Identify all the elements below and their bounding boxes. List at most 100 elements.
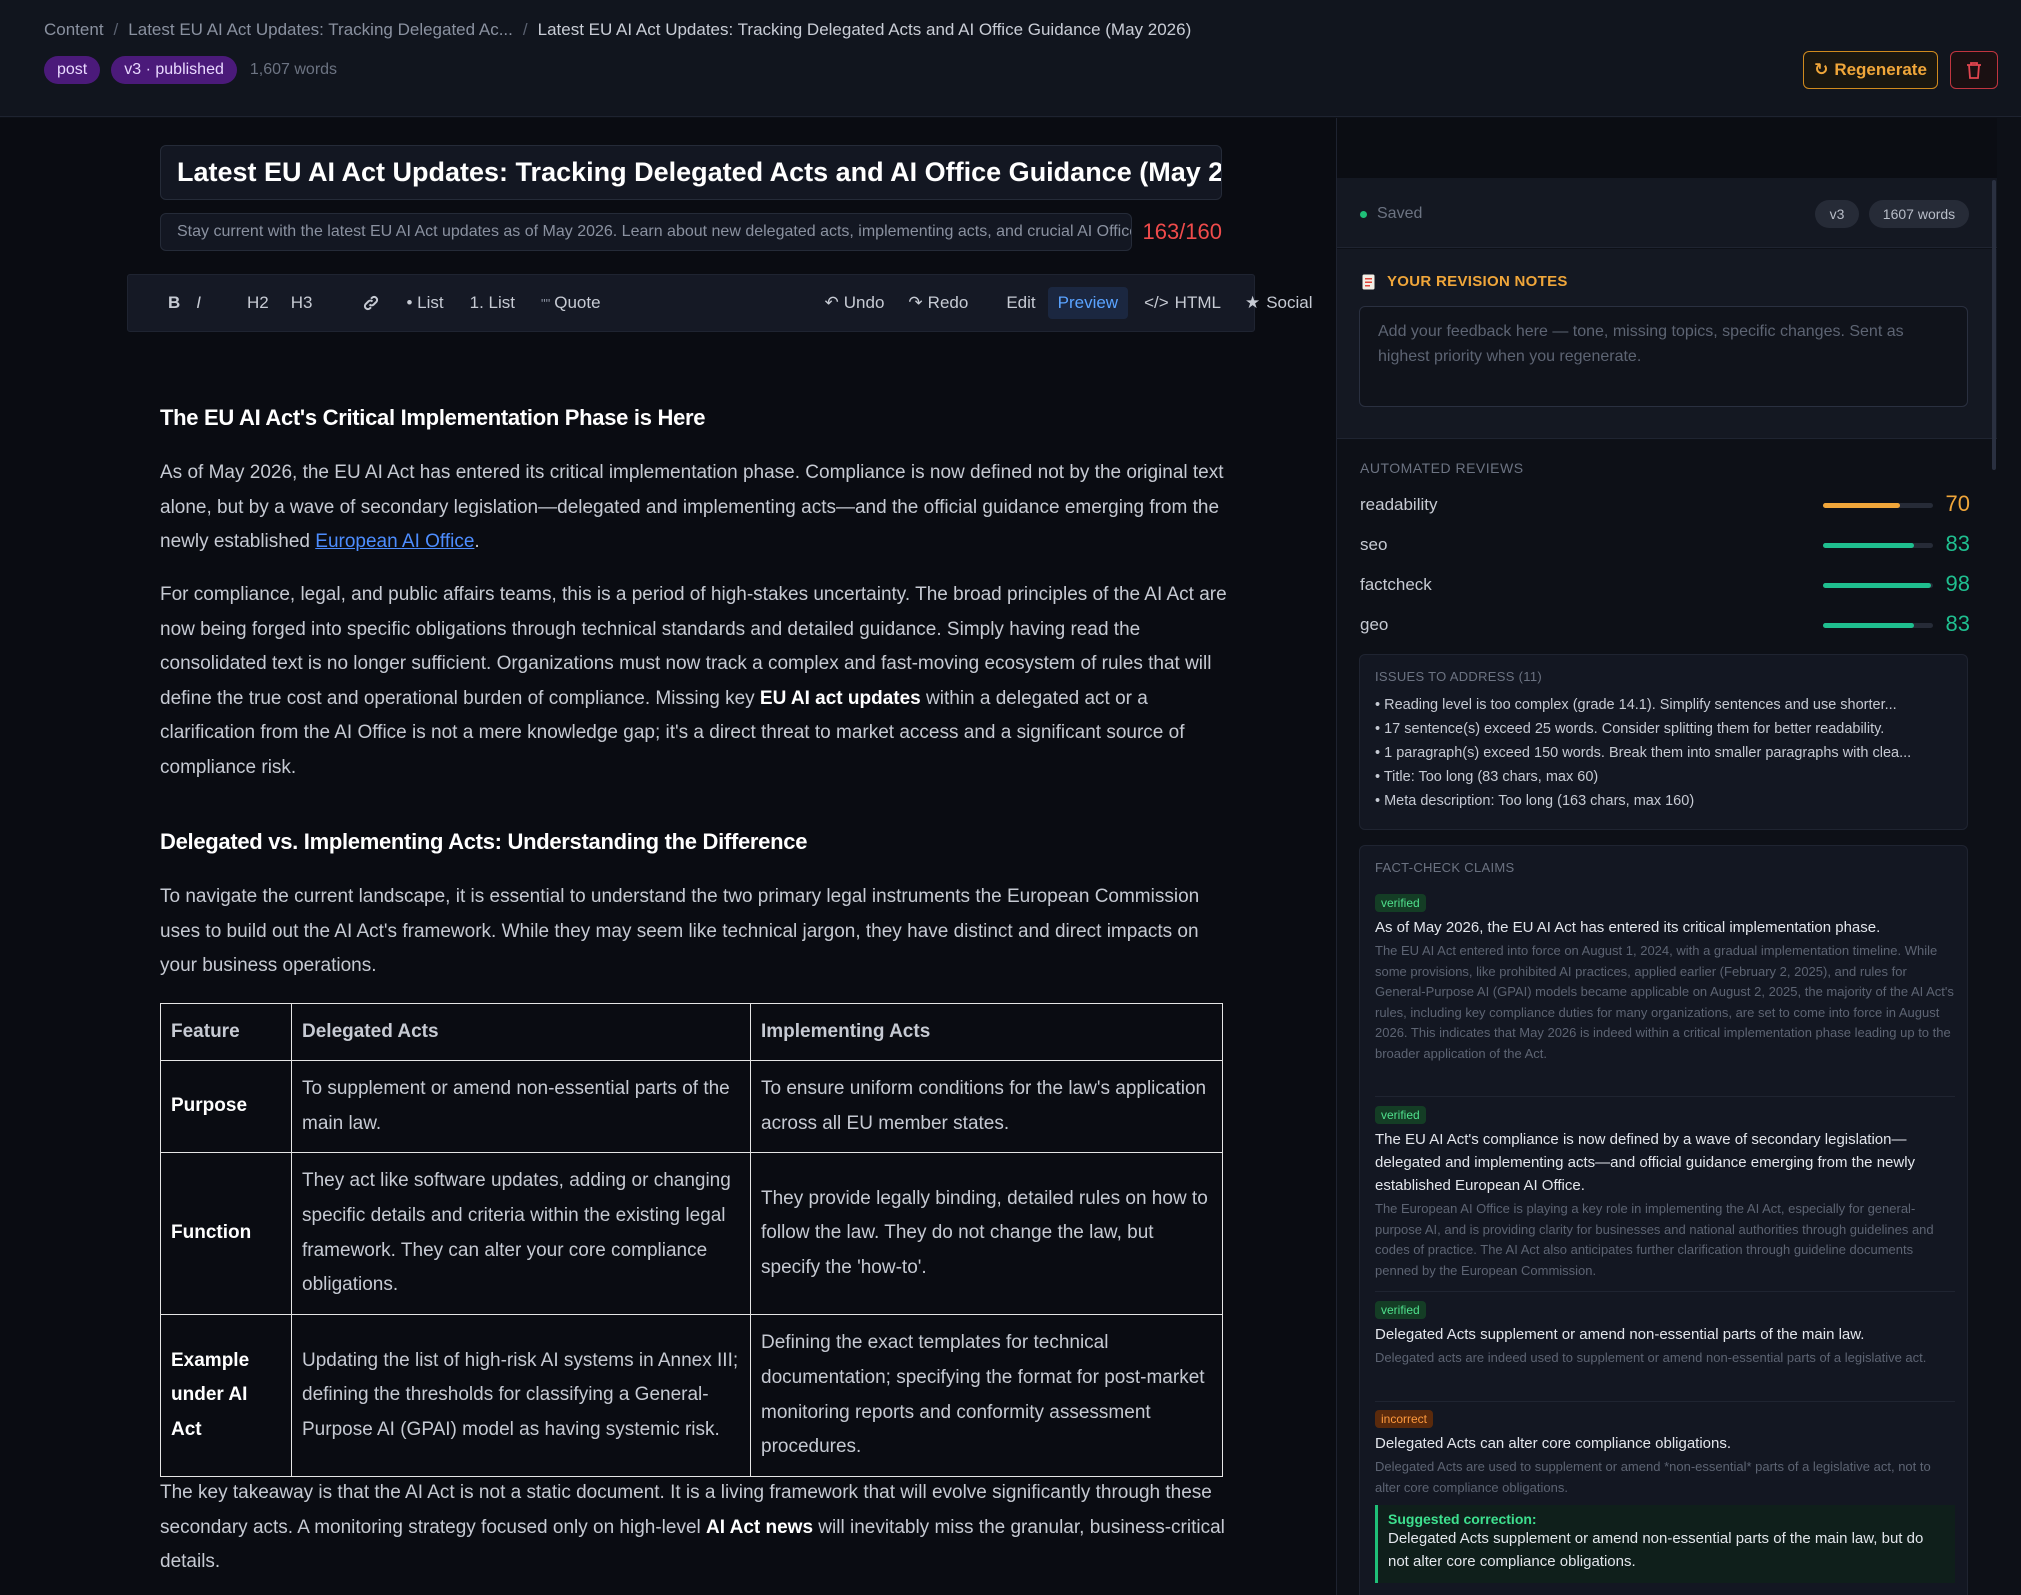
european-ai-office-link[interactable]: European AI Office	[315, 531, 474, 552]
automated-reviews-title: AUTOMATED REVIEWS	[1360, 460, 1524, 476]
quote-button[interactable]: "" Quote	[541, 293, 601, 313]
claim-text: Delegated Acts supplement or amend non-e…	[1375, 1326, 1865, 1343]
bold-button[interactable]: B	[168, 293, 180, 313]
h3-button[interactable]: H3	[291, 293, 313, 313]
score-bar-fill	[1823, 503, 1900, 508]
numbered-list-button[interactable]: 1. List	[470, 293, 515, 313]
star-icon: ★	[1244, 293, 1261, 312]
article-paragraph: As of May 2026, the EU AI Act has entere…	[160, 456, 1230, 560]
link-button[interactable]	[362, 294, 380, 312]
score-row-seo: seo 83	[1360, 531, 1970, 559]
fact-check-title: FACT-CHECK CLAIMS	[1375, 860, 1515, 875]
tab-social[interactable]: ★ Social	[1245, 293, 1313, 313]
tab-html[interactable]: </> HTML	[1144, 293, 1221, 313]
paragraph-text: .	[474, 531, 480, 553]
claim-divider	[1375, 1291, 1955, 1292]
article-paragraph: The key takeaway is that the AI Act is n…	[160, 1476, 1230, 1580]
table-cell: Defining the exact templates for technic…	[750, 1314, 1223, 1477]
claim-divider	[1375, 1401, 1955, 1402]
claim-divider	[1375, 1096, 1955, 1097]
issue-item: • 1 paragraph(s) exceed 150 words. Break…	[1375, 745, 1912, 761]
revision-notes-header: YOUR REVISION NOTES	[1362, 273, 1568, 290]
revision-notes-title: YOUR REVISION NOTES	[1387, 273, 1568, 290]
table-header-cell: Delegated Acts	[291, 1003, 751, 1061]
table-cell: Example under AI Act	[160, 1314, 292, 1477]
article-paragraph: For compliance, legal, and public affair…	[160, 578, 1230, 786]
verified-badge: verified	[1375, 1301, 1426, 1319]
issue-item: • 17 sentence(s) exceed 25 words. Consid…	[1375, 721, 1885, 737]
version-badge: v3 · published	[111, 56, 237, 84]
redo-icon: ↷	[908, 293, 923, 312]
refresh-icon: ↻	[1814, 60, 1829, 79]
score-bar-track	[1823, 543, 1933, 548]
social-label: Social	[1266, 293, 1313, 312]
page-header: Content / Latest EU AI Act Updates: Trac…	[0, 0, 2021, 117]
quote-icon: ""	[540, 295, 551, 311]
breadcrumb-current: Latest EU AI Act Updates: Tracking Deleg…	[537, 20, 1192, 39]
h2-button[interactable]: H2	[247, 293, 269, 313]
issues-panel: ISSUES TO ADDRESS (11) • Reading level i…	[1359, 654, 1968, 830]
revision-notes-textarea[interactable]: Add your feedback here — tone, missing t…	[1359, 306, 1968, 407]
incorrect-badge: incorrect	[1375, 1410, 1434, 1428]
score-bar-fill	[1823, 583, 1931, 588]
table-cell: To supplement or amend non-essential par…	[291, 1060, 751, 1153]
table-cell: They act like software updates, adding o…	[291, 1152, 751, 1315]
redo-button[interactable]: ↷ Redo	[908, 293, 968, 313]
link-icon	[364, 295, 379, 311]
score-value: 70	[1945, 491, 1970, 516]
article-paragraph: To navigate the current landscape, it is…	[160, 886, 1200, 977]
undo-button[interactable]: ↶ Undo	[825, 293, 885, 313]
score-name: seo	[1360, 535, 1388, 554]
regenerate-button[interactable]: ↻ Regenerate	[1803, 51, 1938, 89]
comparison-table: Feature Delegated Acts Implementing Acts…	[160, 1003, 1223, 1477]
breadcrumb-parent[interactable]: Latest EU AI Act Updates: Tracking Deleg…	[128, 20, 513, 40]
bullet-list-button[interactable]: • List	[406, 293, 443, 313]
table-header-cell: Implementing Acts	[750, 1003, 1223, 1061]
score-value: 83	[1945, 531, 1970, 556]
meta-char-count: 163/160	[1142, 219, 1222, 244]
score-bar-fill	[1823, 543, 1915, 548]
verified-badge: verified	[1375, 1106, 1426, 1124]
keyword-bold: EU AI act updates	[759, 687, 921, 709]
score-bar-track	[1823, 583, 1933, 588]
editor-toolbar: B I H2 H3 • List 1. List "" Quote ↶ Undo…	[127, 274, 1313, 332]
correction-text: Delegated Acts supplement or amend non-e…	[1388, 1530, 1924, 1570]
sidebar-scrollbar[interactable]	[1992, 180, 1996, 470]
saved-label: Saved	[1377, 205, 1423, 222]
score-row-geo: geo 83	[1360, 611, 1970, 639]
tab-preview[interactable]: Preview	[1047, 287, 1129, 319]
status-dot-icon	[1360, 210, 1367, 218]
regenerate-label: Regenerate	[1834, 60, 1927, 79]
table-row: Example under AI Act Updating the list o…	[160, 1314, 1223, 1477]
tab-edit[interactable]: Edit	[1006, 293, 1035, 313]
html-label: HTML	[1174, 293, 1221, 312]
table-header-cell: Feature	[160, 1003, 292, 1061]
undo-icon: ↶	[824, 293, 839, 312]
score-name: readability	[1360, 495, 1438, 514]
meta-description-input[interactable]: Stay current with the latest EU AI Act u…	[160, 213, 1133, 251]
table-cell: Function	[160, 1152, 292, 1315]
claim-explanation: Delegated Acts are used to supplement or…	[1375, 1459, 1931, 1495]
claim-text: Delegated Acts can alter core compliance…	[1375, 1435, 1732, 1452]
breadcrumb-root[interactable]: Content	[44, 20, 104, 40]
breadcrumb-separator: /	[522, 20, 528, 39]
breadcrumb-separator: /	[113, 20, 119, 39]
breadcrumb: Content / Latest EU AI Act Updates: Trac…	[44, 18, 1191, 42]
table-cell: They provide legally binding, detailed r…	[750, 1152, 1223, 1315]
article-heading-1: The EU AI Act's Critical Implementation …	[160, 405, 706, 430]
quote-label: Quote	[554, 293, 601, 312]
fact-check-panel: FACT-CHECK CLAIMS verified As of May 202…	[1359, 845, 1968, 1595]
claim-text: As of May 2026, the EU AI Act has entere…	[1375, 919, 1881, 936]
score-bar-track	[1823, 503, 1933, 508]
claim-explanation: The European AI Office is playing a key …	[1375, 1201, 1934, 1278]
table-cell: To ensure uniform conditions for the law…	[750, 1060, 1223, 1153]
delete-button[interactable]	[1950, 51, 1998, 89]
italic-button[interactable]: I	[196, 293, 201, 313]
claim-explanation: Delegated acts are indeed used to supple…	[1375, 1350, 1927, 1365]
score-row-factcheck: factcheck 98	[1360, 571, 1970, 599]
title-input[interactable]: Latest EU AI Act Updates: Tracking Deleg…	[160, 145, 1222, 200]
verified-badge: verified	[1375, 894, 1426, 912]
note-icon	[1362, 274, 1375, 289]
article-heading-2: Delegated vs. Implementing Acts: Underst…	[160, 829, 808, 854]
issue-item: • Reading level is too complex (grade 14…	[1375, 697, 1897, 713]
